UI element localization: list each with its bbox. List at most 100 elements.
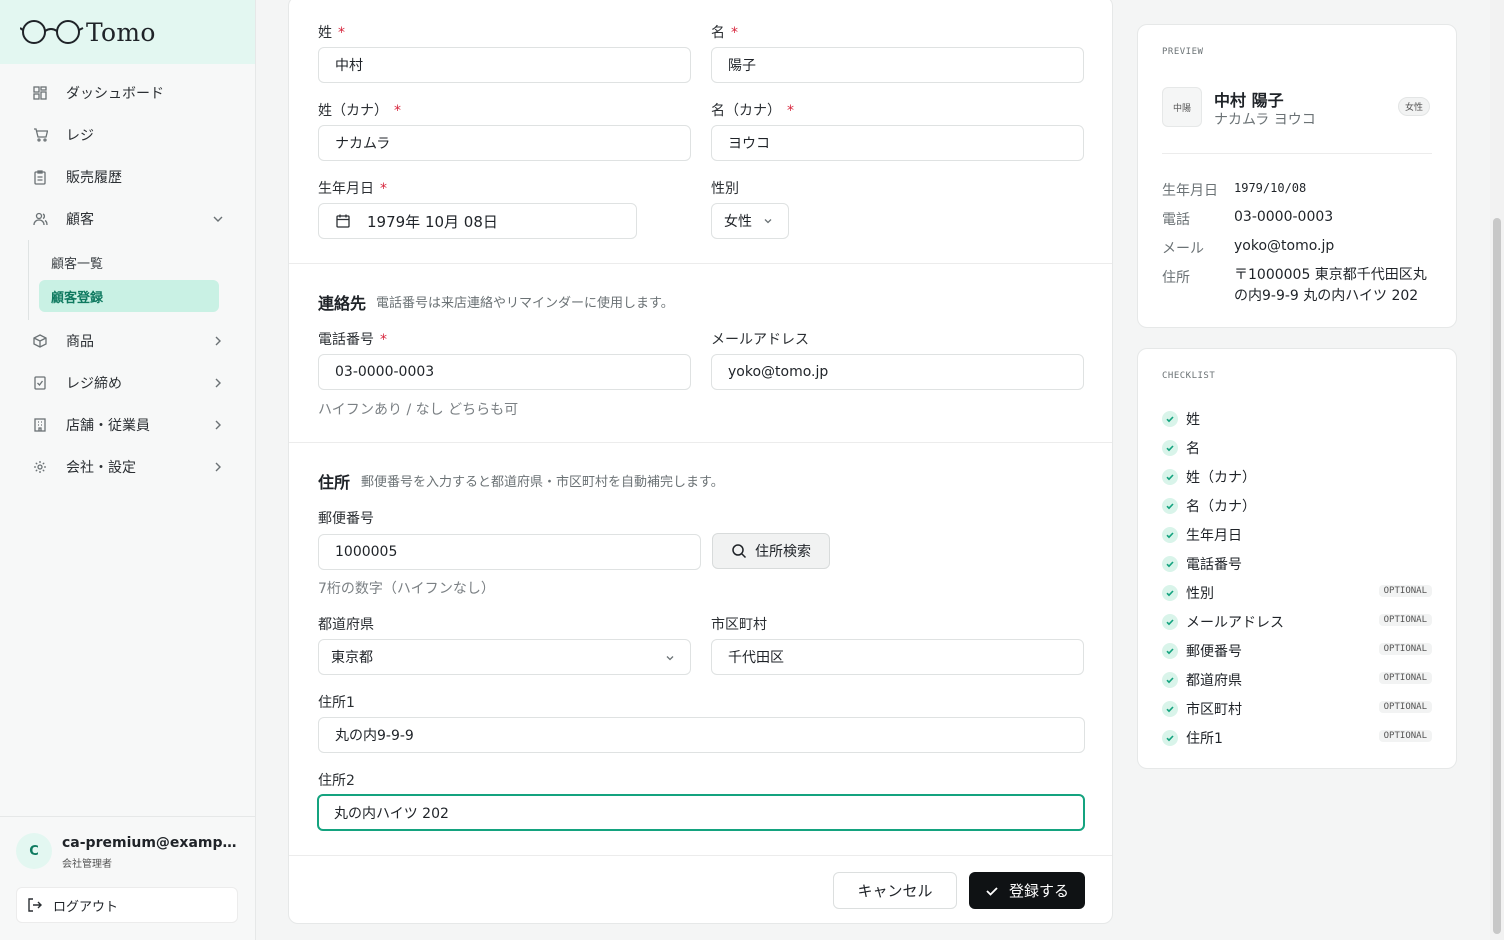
address1-label: 住所1	[318, 695, 355, 711]
cancel-button[interactable]: キャンセル	[833, 872, 957, 909]
sidebar-item-register[interactable]: レジ	[0, 114, 255, 156]
subnav-item-customer-list[interactable]: 顧客一覧	[39, 246, 219, 278]
preview-row-value: 1979/10/08	[1234, 181, 1307, 195]
subnav-item-customer-register[interactable]: 顧客登録	[39, 280, 219, 312]
preview-name: 中村 陽子	[1214, 91, 1284, 110]
checklist-item-label: メールアドレス	[1186, 615, 1284, 631]
user-role: 会社管理者	[62, 859, 112, 870]
optional-badge: OPTIONAL	[1378, 643, 1432, 655]
sidebar-item-label: 販売履歴	[66, 170, 122, 186]
phone-input[interactable]: 03-0000-0003	[318, 354, 691, 390]
chevron-down-icon	[213, 216, 223, 222]
avatar: C	[16, 833, 52, 869]
scrollbar-thumb[interactable]	[1493, 218, 1501, 934]
preview-heading: PREVIEW	[1162, 47, 1204, 57]
address2-input[interactable]: 丸の内ハイツ 202	[317, 794, 1085, 831]
sidebar-item-register-close[interactable]: レジ締め	[0, 362, 255, 404]
sidebar-item-stores-staff[interactable]: 店舗・従業員	[0, 404, 255, 446]
logout-icon	[28, 898, 42, 912]
checklist-icon	[32, 375, 48, 391]
sidebar-item-dashboard[interactable]: ダッシュボード	[0, 72, 255, 114]
page-scrollbar[interactable]	[1490, 0, 1504, 940]
city-label: 市区町村	[711, 617, 767, 633]
optional-badge: OPTIONAL	[1378, 672, 1432, 684]
gender-select[interactable]: 女性	[711, 203, 789, 239]
gender-value: 女性	[724, 214, 752, 230]
checklist-card: CHECKLIST 姓名姓（カナ） 名（カナ） 生年月日 電話番号 性別 OPTIONAL…	[1137, 348, 1457, 769]
logout-button[interactable]: ログアウト	[16, 887, 238, 923]
gear-icon	[32, 459, 48, 475]
preview-row-value: 〒1000005 東京都千代田区丸の内9-9-9 丸の内ハイツ 202	[1234, 267, 1427, 304]
postal-code-label: 郵便番号	[318, 511, 374, 527]
grid-icon	[32, 85, 48, 101]
checklist-item-label: 名	[1186, 441, 1200, 457]
first-name-input[interactable]: 陽子	[711, 47, 1084, 83]
sidebar-item-label: レジ	[66, 128, 94, 144]
logo[interactable]: Tomo	[0, 0, 255, 64]
last-name-kana-input[interactable]: ナカムラ	[318, 125, 691, 161]
address2-label: 住所2	[318, 773, 355, 789]
box-icon	[32, 333, 48, 349]
preview-row-label: メール	[1162, 241, 1204, 257]
sidebar-item-products[interactable]: 商品	[0, 320, 255, 362]
check-icon	[986, 886, 998, 896]
preview-kana: ナカムラ ヨウコ	[1214, 112, 1316, 128]
sidebar-item-label: 会社・設定	[66, 460, 136, 476]
user-email: ca-premium@example.com	[62, 835, 238, 851]
preview-divider	[1162, 153, 1432, 154]
checklist-item: 市区町村 OPTIONAL	[1162, 698, 1432, 720]
check-circle-icon	[1162, 643, 1178, 659]
checklist-item: 名	[1162, 437, 1432, 459]
checklist-item-label: 名（カナ）	[1186, 499, 1256, 515]
phone-label: 電話番号 *	[318, 332, 387, 348]
address-search-label: 住所検索	[755, 544, 811, 560]
users-icon	[32, 211, 48, 227]
gender-label: 性別	[711, 181, 739, 197]
calendar-icon	[336, 214, 350, 228]
user-area: C ca-premium@example.com 会社管理者 ログアウト	[0, 816, 256, 940]
first-name-kana-input[interactable]: ヨウコ	[711, 125, 1084, 161]
checklist-item: 住所1 OPTIONAL	[1162, 727, 1432, 749]
city-input[interactable]: 千代田区	[711, 639, 1084, 675]
address-search-button[interactable]: 住所検索	[712, 533, 830, 569]
sidebar-nav: ダッシュボード レジ 販売履歴 顧客 顧客一覧 顧客登録 商品 レジ締め 店舗・…	[0, 64, 255, 488]
sidebar-item-sales-history[interactable]: 販売履歴	[0, 156, 255, 198]
chevron-down-icon	[764, 219, 772, 224]
checklist-item: 名（カナ）	[1162, 495, 1432, 517]
brand-name: Tomo	[86, 17, 156, 47]
last-name-kana-label: 姓（カナ） *	[318, 103, 401, 119]
check-circle-icon	[1162, 411, 1178, 427]
prefecture-select[interactable]: 東京都	[318, 639, 691, 675]
section-divider	[289, 263, 1112, 264]
check-circle-icon	[1162, 469, 1178, 485]
submit-button[interactable]: 登録する	[969, 872, 1085, 909]
checklist-item: 電話番号	[1162, 553, 1432, 575]
postal-helper-text: 7桁の数字（ハイフンなし）	[318, 581, 495, 597]
check-circle-icon	[1162, 701, 1178, 717]
first-name-label: 名 *	[711, 25, 738, 41]
preview-row-value: yoko@tomo.jp	[1234, 238, 1335, 254]
glasses-logo-icon	[20, 20, 84, 44]
sidebar-item-label: 店舗・従業員	[66, 418, 150, 434]
preview-row-label: 生年月日	[1162, 183, 1218, 199]
checklist-item-label: 市区町村	[1186, 702, 1242, 718]
birthdate-input[interactable]: 1979年 10月 08日	[318, 203, 637, 239]
sidebar-item-customers[interactable]: 顧客	[0, 198, 255, 240]
checklist-heading: CHECKLIST	[1162, 371, 1216, 381]
address1-input[interactable]: 丸の内9-9-9	[318, 717, 1085, 753]
postal-code-input[interactable]: 1000005	[318, 534, 701, 570]
contact-section-desc: 電話番号は来店連絡やリマインダーに使用します。	[376, 296, 674, 311]
optional-badge: OPTIONAL	[1378, 614, 1432, 626]
sidebar-item-label: レジ締め	[66, 376, 122, 392]
sidebar-item-company-settings[interactable]: 会社・設定	[0, 446, 255, 488]
checklist-item: 生年月日	[1162, 524, 1432, 546]
logout-label: ログアウト	[53, 899, 119, 915]
check-circle-icon	[1162, 556, 1178, 572]
checklist-item-label: 性別	[1186, 586, 1214, 602]
preview-avatar: 中陽	[1162, 87, 1202, 127]
last-name-input[interactable]: 中村	[318, 47, 691, 83]
subnav-item-label: 顧客登録	[51, 290, 104, 306]
email-label: メールアドレス	[711, 332, 809, 348]
phone-helper-text: ハイフンあり / なし どちらも可	[318, 402, 519, 418]
email-input[interactable]: yoko@tomo.jp	[711, 354, 1084, 390]
